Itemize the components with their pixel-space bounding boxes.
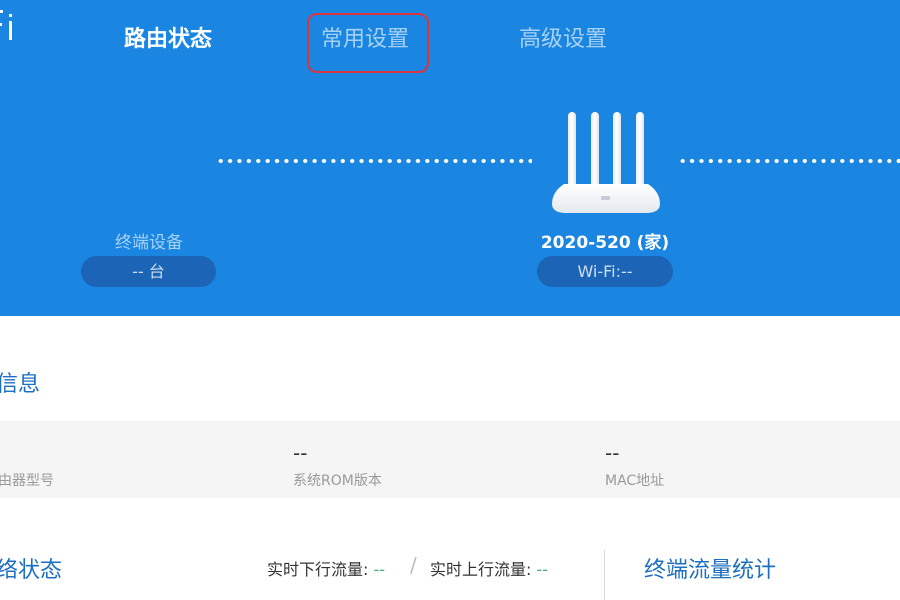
tab-router-status[interactable]: 路由状态 [124, 24, 212, 56]
rom-version-label: 系统ROM版本 [293, 473, 382, 489]
annotation-highlight-box [307, 13, 429, 73]
logo-fragment-icon [0, 10, 12, 40]
download-traffic: 实时下行流量: -- [267, 556, 385, 580]
traffic-separator: / [410, 553, 417, 577]
connection-dots-left [216, 157, 532, 165]
rom-version-value: -- [293, 441, 308, 465]
upload-traffic-value: -- [536, 560, 549, 579]
download-traffic-value: -- [373, 560, 386, 579]
router-icon[interactable] [548, 108, 664, 220]
info-band [0, 421, 900, 498]
router-info-title: 信息 [0, 372, 41, 397]
mac-address-label: MAC地址 [605, 473, 665, 489]
mac-address-value: -- [605, 441, 620, 465]
tab-advanced-settings[interactable]: 高级设置 [519, 24, 607, 56]
upload-traffic-label: 实时上行流量: [430, 560, 532, 579]
router-name: 2020-520 (家) [540, 233, 670, 253]
terminal-devices-label: 终端设备 [115, 233, 183, 253]
device-count-badge[interactable]: -- 台 [81, 256, 216, 287]
section-divider [604, 550, 605, 600]
router-model-label: 由器型号 [0, 473, 54, 489]
download-traffic-label: 实时下行流量: [267, 560, 369, 579]
router-status-header: 路由状态 常用设置 高级设置 终端设备 -- 台 2020-520 (家) Wi… [0, 0, 900, 316]
terminal-traffic-stats-title: 终端流量统计 [644, 558, 777, 583]
connection-dots-right [678, 157, 900, 165]
wifi-status-badge[interactable]: Wi-Fi:-- [537, 256, 673, 287]
upload-traffic: 实时上行流量: -- [430, 556, 548, 580]
network-status-title: 络状态 [0, 558, 63, 583]
